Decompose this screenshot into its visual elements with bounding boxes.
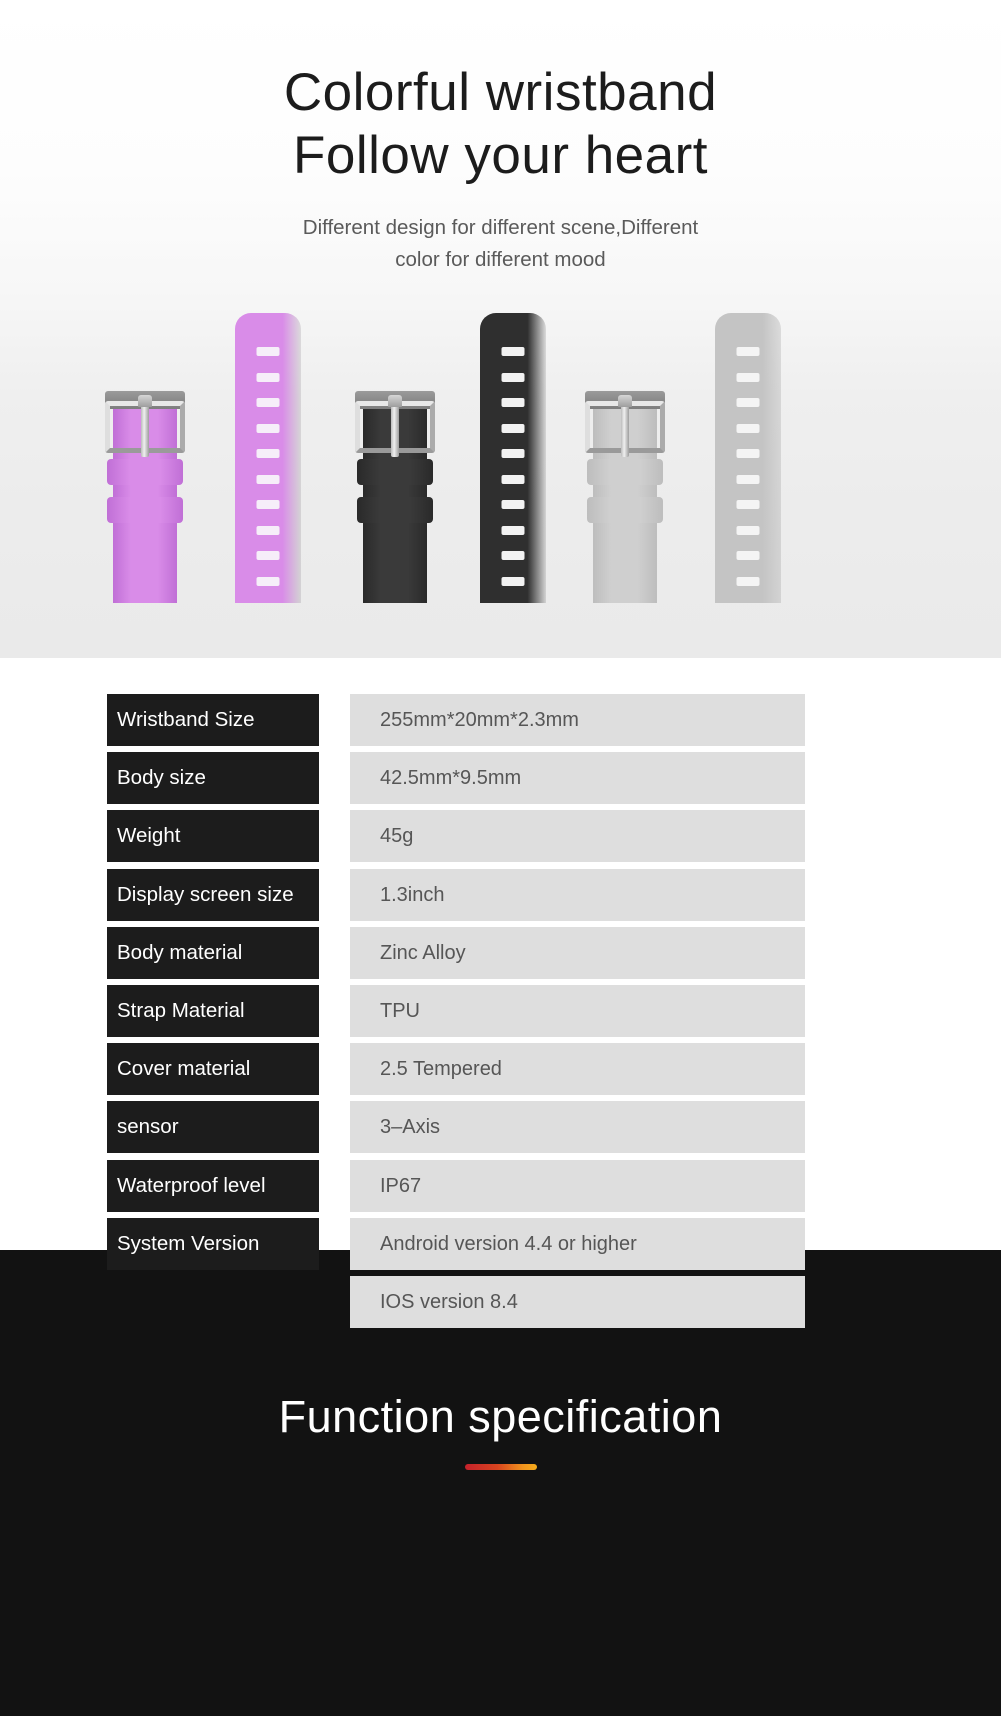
spec-row: sensor 3–Axis: [0, 1101, 1001, 1154]
buckle-tongue: [621, 399, 629, 457]
buckle-tongue: [141, 399, 149, 457]
spec-row-value: 2.5 Tempered: [350, 1043, 805, 1096]
spec-row-value: IP67: [350, 1159, 805, 1212]
black-buckle-strap: [355, 338, 435, 603]
strap-hole: [256, 576, 280, 586]
strap-hole: [501, 576, 525, 586]
spec-row-value: TPU: [350, 985, 805, 1037]
spec-row-label: sensor: [107, 1101, 319, 1154]
black-hole-strap: [480, 313, 546, 603]
strap-hole: [736, 398, 760, 407]
strap-keeper-loop: [107, 497, 183, 523]
spec-row-label: Body size: [107, 752, 319, 805]
strap-hole: [736, 423, 760, 433]
hero-subtitle-line-2: color for different mood: [395, 247, 606, 271]
metal-buckle: [105, 391, 185, 457]
strap-hole: [256, 398, 280, 407]
strap-hole: [501, 347, 525, 356]
hero-title-line-1: Colorful wristband: [283, 63, 718, 122]
strap-hole: [256, 500, 280, 509]
spec-row-value: Zinc Alloy: [350, 926, 805, 979]
hero-subtitle-line-1: Different design for different scene,Dif…: [302, 216, 699, 239]
spec-row-value: 45g: [350, 810, 805, 863]
strap-hole: [736, 449, 760, 458]
spec-row-label: Body material: [107, 926, 319, 979]
gray-hole-strap: [715, 313, 781, 603]
buckle-tongue-tip: [618, 395, 632, 407]
strap-hole: [736, 347, 760, 356]
spec-row: Cover material 2.5 Tempered: [0, 1043, 1001, 1096]
spec-row: Waterproof level IP67: [0, 1159, 1001, 1212]
footer-title: Function specification: [278, 1391, 723, 1442]
spec-row-label: Weight: [107, 810, 319, 863]
spec-row: Weight 45g: [0, 810, 1001, 863]
spec-row-label: Wristband Size: [107, 694, 319, 746]
metal-buckle: [355, 391, 435, 457]
strap-keeper-loop: [587, 497, 663, 523]
strap-hole: [501, 398, 525, 407]
hero-title-line-2: Follow your heart: [292, 125, 708, 185]
strap-keeper-loop: [107, 459, 183, 485]
strap-hole: [501, 500, 525, 509]
strap-keeper-loop: [357, 497, 433, 523]
spec-row-label: System Version: [107, 1217, 319, 1270]
strap-hole: [256, 347, 280, 356]
hero-section: Colorful wristband Follow your heart Dif…: [0, 0, 1001, 658]
spec-row-value: 3–Axis: [350, 1101, 805, 1154]
strap-hole: [256, 423, 280, 433]
spec-row-value: 255mm*20mm*2.3mm: [350, 694, 805, 746]
footer-section: Function specification: [0, 1345, 1001, 1716]
strap-hole: [501, 551, 525, 560]
buckle-tongue-tip: [138, 395, 152, 407]
strap-hole: [736, 551, 760, 560]
spec-row: Display screen size 1.3inch: [0, 868, 1001, 921]
purple-hole-strap: [235, 313, 301, 603]
buckle-tongue-tip: [388, 395, 402, 407]
strap-hole: [501, 525, 525, 535]
strap-keeper-loop: [587, 459, 663, 485]
spec-row: Body size 42.5mm*9.5mm: [0, 752, 1001, 805]
spec-row-value: Android version 4.4 or higher: [350, 1217, 805, 1270]
spec-row-value: IOS version 8.4: [350, 1276, 805, 1328]
purple-buckle-strap: [105, 338, 185, 603]
spec-row: IOS version 8.4: [0, 1276, 1001, 1328]
strap-hole: [256, 474, 280, 484]
strap-hole: [256, 372, 280, 382]
spec-row-label: Strap Material: [107, 985, 319, 1037]
strap-hole: [501, 449, 525, 458]
strap-hole: [736, 500, 760, 509]
metal-buckle: [585, 391, 665, 457]
spec-row: System Version Android version 4.4 or hig…: [0, 1217, 1001, 1270]
hero-title: Colorful wristband Follow your heart: [0, 62, 1001, 187]
spec-row: Wristband Size 255mm*20mm*2.3mm: [0, 694, 1001, 746]
spec-row-label: Waterproof level: [107, 1159, 319, 1212]
spec-row-value: 1.3inch: [350, 868, 805, 921]
spec-row-label: Display screen size: [107, 868, 319, 921]
strap-hole: [736, 576, 760, 586]
strap-hole: [501, 423, 525, 433]
strap-hole: [256, 449, 280, 458]
strap-keeper-loop: [357, 459, 433, 485]
footer-accent-rule: [464, 1464, 537, 1470]
product-detail-page: Colorful wristband Follow your heart Dif…: [0, 0, 1001, 1716]
strap-hole: [736, 372, 760, 382]
spec-row: Body material Zinc Alloy: [0, 926, 1001, 979]
spec-row-label: Cover material: [107, 1043, 319, 1096]
strap-hole: [256, 551, 280, 560]
spec-row-value: 42.5mm*9.5mm: [350, 752, 805, 805]
spec-row: Strap Material TPU: [0, 985, 1001, 1037]
strap-hole: [736, 474, 760, 484]
strap-hole: [736, 525, 760, 535]
gray-buckle-strap: [585, 338, 665, 603]
strap-hole: [501, 372, 525, 382]
buckle-tongue: [391, 399, 399, 457]
strap-hole: [501, 474, 525, 484]
hero-subtitle: Different design for different scene,Dif…: [0, 212, 1001, 276]
strap-hole: [256, 525, 280, 535]
